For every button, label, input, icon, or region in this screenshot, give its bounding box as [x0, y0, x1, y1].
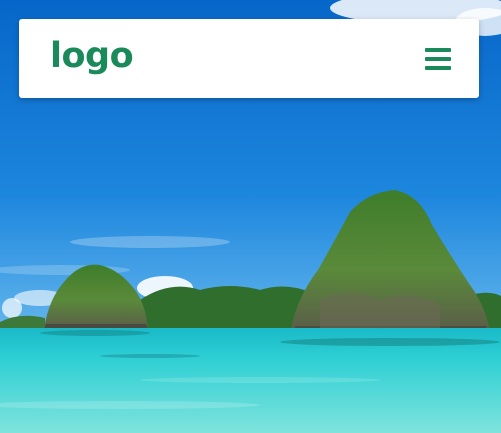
menu-bar-bottom: [425, 65, 451, 70]
hero-section: logo: [0, 0, 501, 433]
site-logo[interactable]: logo: [50, 39, 134, 74]
menu-bar-middle: [425, 56, 451, 61]
menu-bar-top: [425, 47, 451, 52]
top-navbar: logo: [19, 19, 479, 98]
hamburger-menu-icon[interactable]: [425, 47, 453, 71]
